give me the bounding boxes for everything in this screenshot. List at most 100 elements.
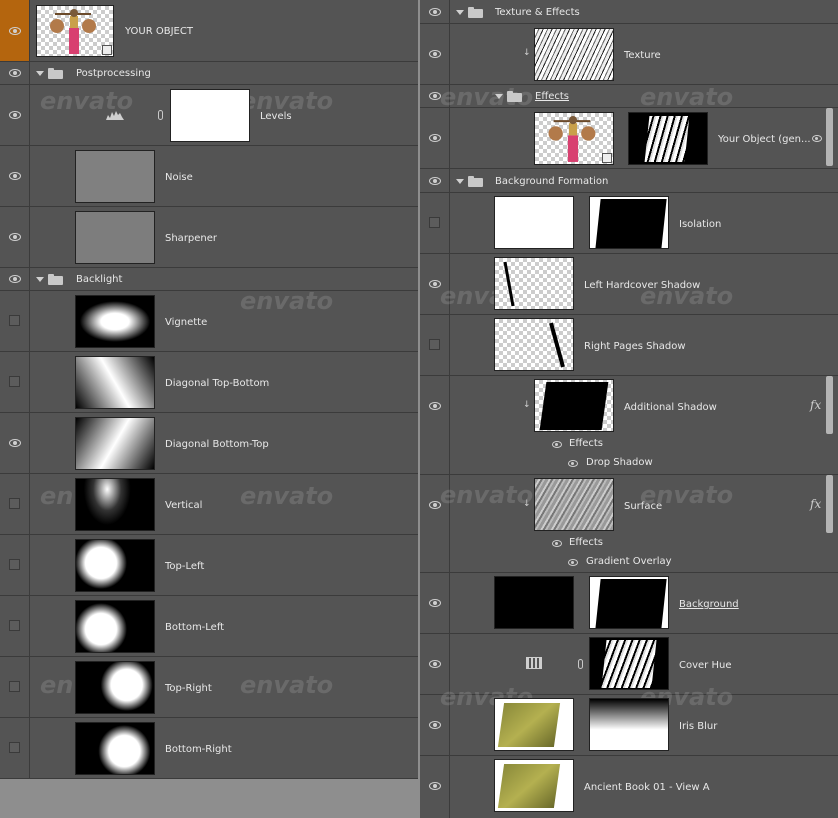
layer-ancient-book[interactable]: Ancient Book 01 - View A <box>420 756 838 818</box>
eye-icon[interactable] <box>429 402 441 410</box>
eye-icon[interactable] <box>9 111 21 119</box>
layer-bottom-right[interactable]: Bottom-Right <box>0 718 418 779</box>
layer-background[interactable]: Background <box>420 573 838 634</box>
smart-object-icon <box>602 153 612 163</box>
layer-surface[interactable]: envato envato ↓ Surface fx Effects Gradi… <box>420 475 838 573</box>
visibility-toggle[interactable] <box>9 498 20 509</box>
eye-icon[interactable] <box>9 275 21 283</box>
layer-thumbnail <box>75 600 155 653</box>
group-background-formation[interactable]: Background Formation <box>420 169 838 193</box>
layer-noise[interactable]: Noise <box>0 146 418 207</box>
link-icon[interactable] <box>578 659 583 669</box>
layer-diagonal-bottom-top[interactable]: Diagonal Bottom-Top <box>0 413 418 474</box>
hue-saturation-icon <box>526 657 542 669</box>
watermark: envato <box>640 83 734 111</box>
expand-triangle-icon[interactable] <box>36 277 44 282</box>
layer-name: Vignette <box>165 317 208 328</box>
layer-diagonal-top-bottom[interactable]: Diagonal Top-Bottom <box>0 352 418 413</box>
layer-thumbnail <box>75 417 155 470</box>
watermark: envato <box>240 671 334 699</box>
visibility-toggle[interactable] <box>9 315 20 326</box>
eye-icon[interactable] <box>429 177 441 185</box>
layer-top-left[interactable]: Top-Left <box>0 535 418 596</box>
eye-icon[interactable] <box>429 8 441 16</box>
eye-icon[interactable] <box>568 559 578 566</box>
eye-icon[interactable] <box>568 460 578 467</box>
eye-icon[interactable] <box>429 280 441 288</box>
clipping-arrow-icon: ↓ <box>523 400 531 410</box>
layer-name: Left Hardcover Shadow <box>584 280 701 291</box>
group-name: Texture & Effects <box>495 7 580 18</box>
eye-icon[interactable] <box>429 92 441 100</box>
watermark: envato <box>240 482 334 510</box>
fx-icon[interactable]: fx <box>810 497 821 511</box>
eye-icon[interactable] <box>429 50 441 58</box>
eye-icon[interactable] <box>552 540 562 547</box>
smart-filter-icon <box>812 135 822 142</box>
scrollbar-thumb[interactable] <box>826 475 833 533</box>
scrollbar-thumb[interactable] <box>826 376 833 434</box>
layer-thumbnail <box>494 576 574 629</box>
eye-icon[interactable] <box>9 233 21 241</box>
smart-object-icon <box>102 45 112 55</box>
expand-triangle-icon[interactable] <box>456 10 464 15</box>
layer-isolation[interactable]: Isolation <box>420 193 838 254</box>
group-backlight[interactable]: Backlight <box>0 268 418 291</box>
layer-vignette[interactable]: envato Vignette <box>0 287 418 352</box>
eye-icon[interactable] <box>552 441 562 448</box>
layer-left-hardcover-shadow[interactable]: envato envato Left Hardcover Shadow <box>420 254 838 315</box>
group-texture-effects[interactable]: Texture & Effects <box>420 0 838 24</box>
layer-name: Vertical <box>165 500 203 511</box>
group-name: Postprocessing <box>76 68 151 79</box>
layer-additional-shadow[interactable]: ↓ Additional Shadow fx Effects Drop Shad… <box>420 376 838 475</box>
visibility-toggle[interactable] <box>429 217 440 228</box>
layer-name: Additional Shadow <box>624 402 717 413</box>
group-postprocessing[interactable]: Postprocessing <box>0 62 418 85</box>
eye-icon[interactable] <box>9 27 21 35</box>
eye-icon[interactable] <box>9 439 21 447</box>
layer-your-object-generated[interactable]: Your Object (gen... <box>420 108 838 169</box>
visibility-toggle[interactable] <box>9 376 20 387</box>
layer-iris-blur[interactable]: envato envato Iris Blur <box>420 683 838 756</box>
layer-name: Isolation <box>679 219 722 230</box>
layer-cover-hue[interactable]: Cover Hue <box>420 634 838 695</box>
layer-name: Ancient Book 01 - View A <box>584 782 710 793</box>
link-icon[interactable] <box>158 110 163 120</box>
layer-vertical[interactable]: envato envato Vertical <box>0 474 418 535</box>
layer-name: Levels <box>260 111 292 122</box>
layer-right-pages-shadow[interactable]: Right Pages Shadow <box>420 315 838 376</box>
layer-levels[interactable]: envato envato Levels <box>0 85 418 146</box>
eye-icon[interactable] <box>9 69 21 77</box>
eye-icon[interactable] <box>429 599 441 607</box>
visibility-toggle[interactable] <box>9 620 20 631</box>
layer-name: Your Object (gen... <box>718 134 811 145</box>
layer-top-right[interactable]: envato envato Top-Right <box>0 657 418 718</box>
layers-panel-left: YOUR OBJECT Postprocessing envato envato… <box>0 0 418 779</box>
layer-your-object[interactable]: YOUR OBJECT <box>0 0 418 62</box>
scrollbar-thumb[interactable] <box>826 108 833 166</box>
visibility-toggle[interactable] <box>9 559 20 570</box>
layer-sharpener[interactable]: Sharpener <box>0 207 418 268</box>
visibility-toggle[interactable] <box>9 742 20 753</box>
expand-triangle-icon[interactable] <box>495 94 503 99</box>
layer-texture[interactable]: ↓ Texture <box>420 24 838 85</box>
group-effects[interactable]: envato envato Effects <box>420 83 838 111</box>
visibility-toggle[interactable] <box>429 339 440 350</box>
expand-triangle-icon[interactable] <box>456 179 464 184</box>
folder-icon <box>468 176 483 187</box>
effects-label: Effects <box>569 537 603 548</box>
eye-icon[interactable] <box>9 172 21 180</box>
eye-icon[interactable] <box>429 501 441 509</box>
fx-icon[interactable]: fx <box>810 398 821 412</box>
expand-triangle-icon[interactable] <box>36 71 44 76</box>
eye-icon[interactable] <box>429 721 441 729</box>
eye-icon[interactable] <box>429 134 441 142</box>
visibility-toggle[interactable] <box>9 681 20 692</box>
clipping-arrow-icon: ↓ <box>523 499 531 509</box>
eye-icon[interactable] <box>429 660 441 668</box>
layer-name: Background <box>679 599 739 610</box>
mask-thumbnail <box>628 112 708 165</box>
folder-icon <box>468 7 483 18</box>
layer-bottom-left[interactable]: Bottom-Left <box>0 596 418 657</box>
eye-icon[interactable] <box>429 782 441 790</box>
